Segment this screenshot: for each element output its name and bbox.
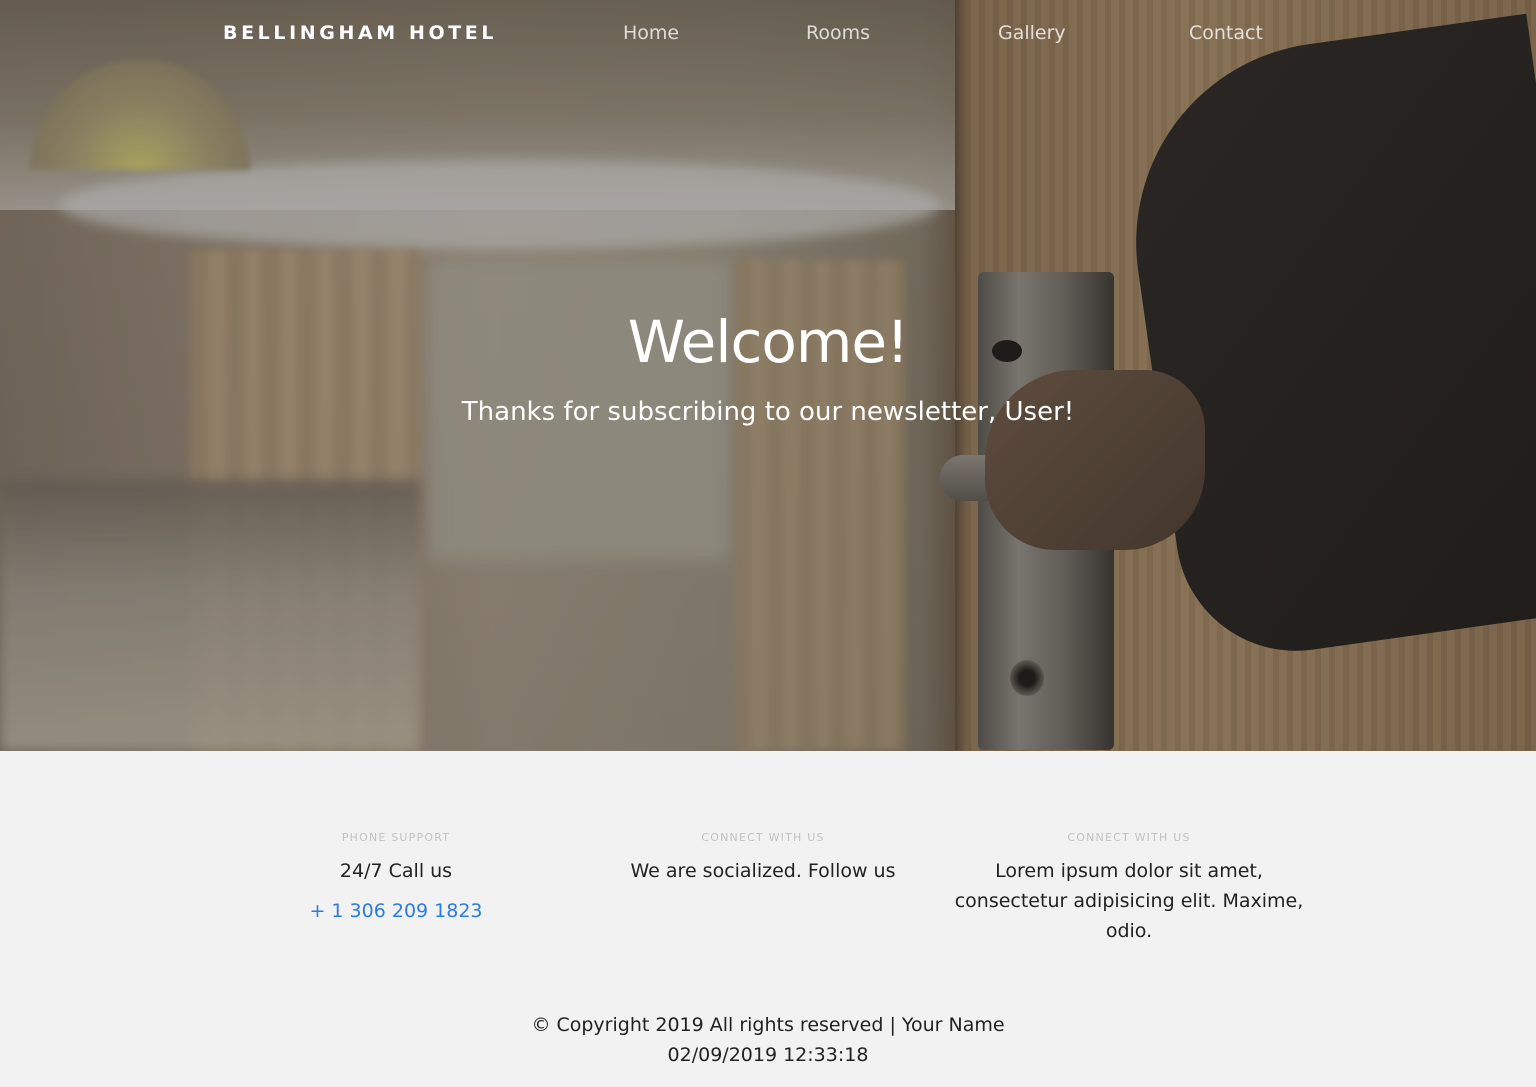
nav-link-contact[interactable]: Contact	[1189, 22, 1263, 44]
brand-logo-link[interactable]: BELLINGHAM HOTEL	[223, 22, 497, 44]
nav-link-rooms[interactable]: Rooms	[806, 22, 870, 44]
hero-content: Welcome! Thanks for subscribing to our n…	[0, 300, 1536, 430]
nav-link-gallery[interactable]: Gallery	[998, 22, 1066, 44]
top-navigation: BELLINGHAM HOTEL Home Rooms Gallery Cont…	[0, 0, 1536, 70]
footer-column-phone: PHONE SUPPORT 24/7 Call us + 1 306 209 1…	[206, 830, 586, 922]
nav-link-home[interactable]: Home	[623, 22, 679, 44]
footer-column-social: CONNECT WITH US We are socialized. Follo…	[573, 830, 953, 886]
footer-column-label: CONNECT WITH US	[1067, 831, 1191, 844]
footer-column-text: Lorem ipsum dolor sit amet, consectetur …	[954, 860, 1304, 942]
footer-column-connect: CONNECT WITH US Lorem ipsum dolor sit am…	[939, 830, 1319, 946]
footer-column-label: CONNECT WITH US	[701, 831, 825, 844]
footer-column-text: 24/7 Call us	[339, 860, 453, 882]
hero-title: Welcome!	[627, 308, 910, 376]
copyright-text: © Copyright 2019 All rights reserved | Y…	[531, 1014, 1005, 1036]
phone-number-link[interactable]: + 1 306 209 1823	[309, 900, 482, 922]
footer-timestamp: 02/09/2019 12:33:18	[667, 1044, 869, 1066]
footer-copyright: © Copyright 2019 All rights reserved | Y…	[0, 1010, 1536, 1070]
footer-column-label: PHONE SUPPORT	[341, 831, 451, 844]
footer-column-text: We are socialized. Follow us	[630, 860, 896, 882]
hero-subtitle: Thanks for subscribing to our newsletter…	[461, 397, 1075, 427]
